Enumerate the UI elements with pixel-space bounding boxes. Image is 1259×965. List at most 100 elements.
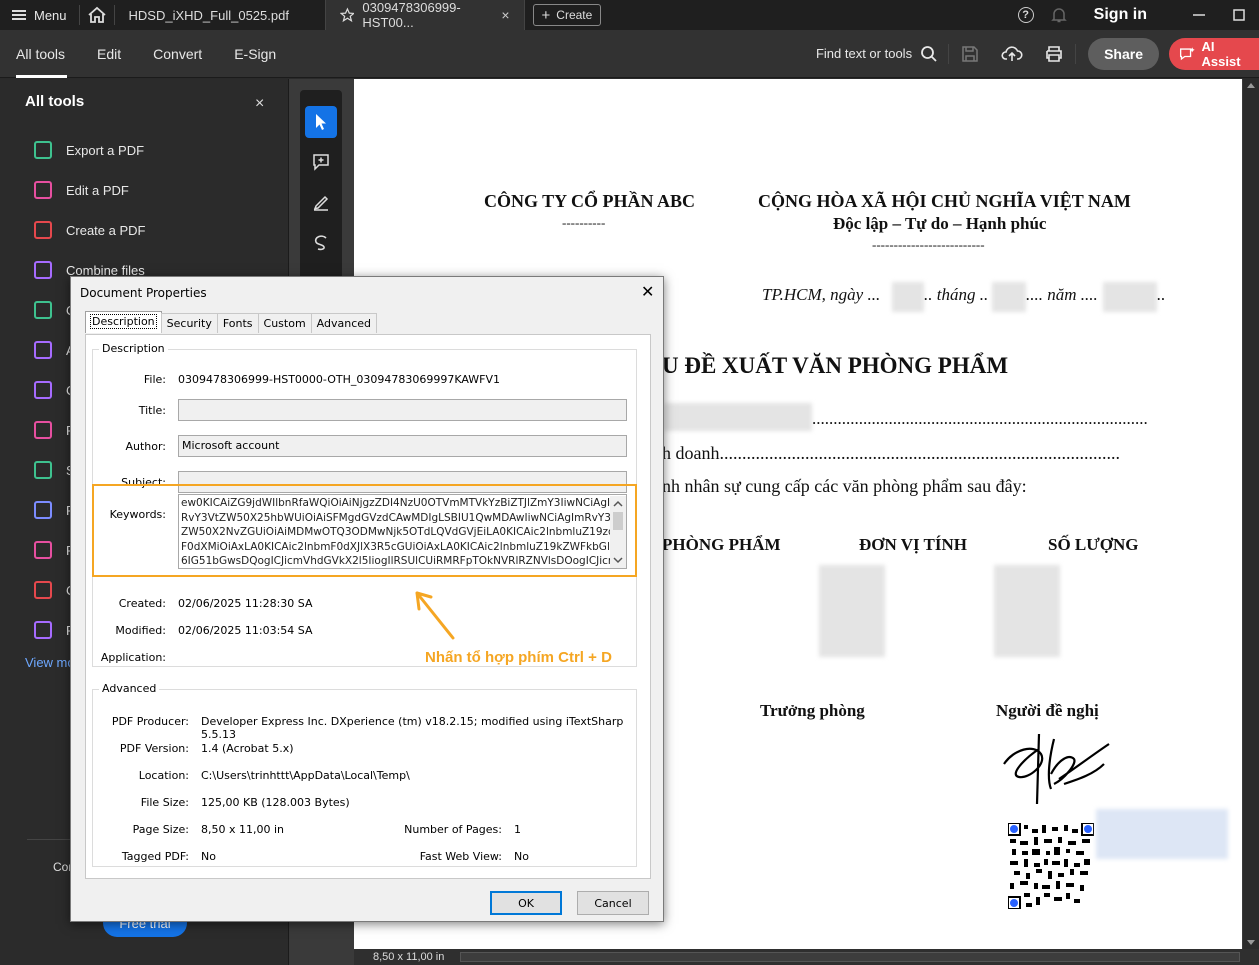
pages-label: Number of Pages: <box>404 823 502 836</box>
tool-edit-pdf[interactable]: Edit a PDF <box>34 178 129 202</box>
tool-export-pdf[interactable]: Export a PDF <box>34 138 144 162</box>
star-icon[interactable] <box>339 7 355 23</box>
tab-label: 0309478306999-HST00... <box>362 0 461 30</box>
menu-edit[interactable]: Edit <box>81 30 137 78</box>
pen-icon <box>313 195 329 211</box>
comment-tool[interactable] <box>305 146 337 178</box>
create-pdf-icon <box>34 221 52 239</box>
select-tool[interactable] <box>305 106 337 138</box>
keywords-label: Keywords: <box>109 508 166 521</box>
keywords-line: ZW50X2NvZGUiOiAiMDMwOTQ3ODMwNjk5OTdLQVdG… <box>181 526 610 539</box>
column-quantity: SỐ LƯỢNG <box>1048 535 1139 554</box>
title-bar: Menu HDSD_iXHD_Full_0525.pdf 03094783069… <box>0 0 1259 30</box>
tab-security[interactable]: Security <box>160 313 218 333</box>
keywords-line: F0dXMiOiAxLA0KICAic2lnbmF0dXJlX3R5cGUiOi… <box>181 540 610 553</box>
maximize-button[interactable] <box>1219 9 1259 21</box>
tab-current-document[interactable]: 0309478306999-HST00... × <box>324 0 525 30</box>
date-part-3: .... năm .... <box>1026 285 1098 304</box>
find-text-or-tools[interactable]: Find text or tools <box>816 46 912 61</box>
keywords-line: ew0KICAiZG9jdWIlbnRfaWQiOiAiNjgzZDI4NzU0… <box>181 497 610 509</box>
tab-label: Description <box>90 314 157 329</box>
upload-button[interactable] <box>991 30 1033 78</box>
tool-prepare-form[interactable]: P <box>34 618 75 642</box>
pagesize-label: Page Size: <box>132 823 189 836</box>
scroll-up-icon[interactable] <box>610 498 626 510</box>
menu-all-tools[interactable]: All tools <box>0 30 81 78</box>
scroll-down-icon[interactable] <box>610 554 626 566</box>
tab-advanced[interactable]: Advanced <box>310 313 378 333</box>
vertical-scrollbar[interactable] <box>1243 79 1259 949</box>
tool-create-pdf[interactable]: Create a PDF <box>34 218 145 242</box>
tool-protect[interactable]: P <box>34 498 75 522</box>
save-icon <box>962 45 978 62</box>
keywords-field[interactable]: ew0KICAiZG9jdWIlbnRfaWQiOiAiNjgzZDI4NzU0… <box>178 494 627 569</box>
filesize-value: 125,00 KB (128.003 Bytes) <box>201 796 350 809</box>
date-part-4: .. <box>1157 285 1166 304</box>
redacted-quantity <box>994 565 1060 657</box>
draw-tool[interactable] <box>305 226 337 258</box>
dotted-line-2: h doanh.................................… <box>662 443 1120 463</box>
menu-label: Menu <box>34 7 67 23</box>
minimize-button[interactable] <box>1179 9 1219 21</box>
highlight-tool[interactable] <box>305 186 337 218</box>
redact-icon <box>34 541 52 559</box>
page-size-indicator: 8,50 x 11,00 in <box>373 951 445 963</box>
handwritten-signature <box>1003 733 1110 805</box>
panel-close-icon[interactable]: × <box>255 95 264 113</box>
application-label: Application: <box>100 651 166 664</box>
keywords-scrollbar[interactable] <box>610 496 626 568</box>
menu-esign[interactable]: E-Sign <box>218 30 292 78</box>
search-icon[interactable] <box>920 45 938 63</box>
redacted-name <box>664 403 812 431</box>
tab-fonts[interactable]: Fonts <box>216 313 259 333</box>
company-name: CÔNG TY CỔ PHẦN ABC <box>484 191 696 211</box>
author-field[interactable]: Microsoft account <box>178 435 627 457</box>
save-button[interactable] <box>949 30 991 78</box>
menu-button[interactable]: Menu <box>0 0 79 30</box>
print-button[interactable] <box>1033 30 1075 78</box>
help-icon[interactable]: ? <box>1017 7 1034 23</box>
tool-add-comments[interactable]: A <box>34 338 75 362</box>
tab-custom[interactable]: Custom <box>257 313 312 333</box>
combine-files-icon <box>34 261 52 279</box>
maximize-icon <box>1233 9 1245 21</box>
ai-assistant-button[interactable]: AI Assist <box>1169 37 1259 70</box>
qr-code-image <box>1008 823 1094 909</box>
producer-label: PDF Producer: <box>111 715 189 728</box>
main-toolbar: All tools Edit Convert E-Sign Find text … <box>0 30 1259 78</box>
version-value: 1.4 (Acrobat 5.x) <box>201 742 294 755</box>
tab-close-icon[interactable]: × <box>501 7 509 23</box>
date-part-1: TP.HCM, ngày ... <box>762 285 881 304</box>
dialog-close-icon[interactable]: ✕ <box>641 282 654 301</box>
view-more-link[interactable]: View mo <box>25 655 75 670</box>
ok-button[interactable]: OK <box>490 891 562 915</box>
title-field[interactable] <box>178 399 627 421</box>
description-group-label: Description <box>99 342 168 355</box>
fastweb-value: No <box>514 850 529 863</box>
tool-scan[interactable]: S <box>34 458 75 482</box>
tab-hdsd[interactable]: HDSD_iXHD_Full_0525.pdf <box>115 0 325 30</box>
horizontal-scrollbar[interactable] <box>460 952 1240 962</box>
ai-assistant-label: AI Assist <box>1201 38 1241 69</box>
tool-fill-sign[interactable]: F <box>34 418 74 442</box>
plus-icon: + <box>541 6 551 24</box>
dialog-tabs: Description Security Fonts Custom Advanc… <box>85 311 378 333</box>
share-button[interactable]: Share <box>1088 37 1159 70</box>
motto-rule: -------------------------- <box>872 237 985 252</box>
tool-label: Export a PDF <box>66 142 145 158</box>
menu-convert[interactable]: Convert <box>137 30 218 78</box>
scroll-thumb[interactable] <box>613 512 623 530</box>
redacted-year <box>1103 282 1157 312</box>
create-button[interactable]: + Create <box>532 4 602 26</box>
scan-icon <box>34 461 52 479</box>
home-button[interactable] <box>80 0 114 30</box>
modified-label: Modified: <box>115 624 166 637</box>
file-label: File: <box>143 373 166 386</box>
compress-icon <box>34 381 52 399</box>
tab-description[interactable]: Description <box>85 311 162 333</box>
pages-value: 1 <box>514 823 521 836</box>
minimize-icon <box>1193 14 1205 16</box>
sign-in-button[interactable]: Sign in <box>1094 6 1147 24</box>
cancel-button[interactable]: Cancel <box>577 891 649 915</box>
bell-icon[interactable] <box>1050 6 1068 24</box>
